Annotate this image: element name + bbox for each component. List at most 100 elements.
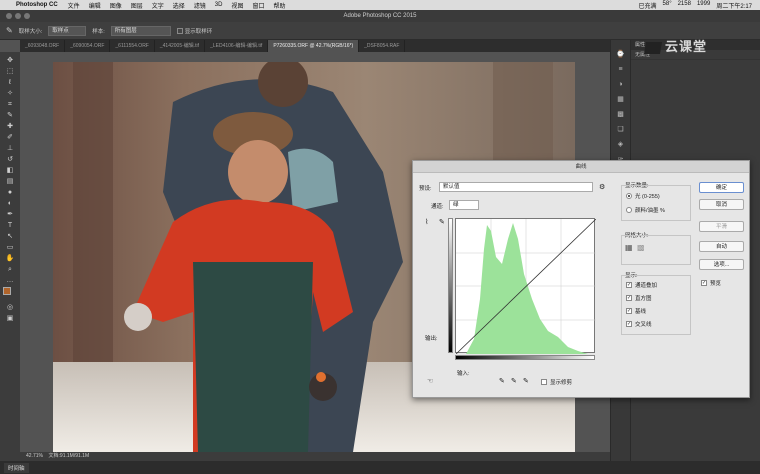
status-bar: 42.71% 文档:91.1M/91.1M: [20, 452, 610, 461]
blur-tool-icon[interactable]: ●: [4, 188, 16, 197]
menu-select[interactable]: 选择: [173, 1, 185, 10]
light-radio[interactable]: [626, 193, 632, 199]
path-select-tool-icon[interactable]: ↖: [4, 232, 16, 241]
channels-panel-icon[interactable]: ◈: [616, 140, 626, 149]
quick-mask-icon[interactable]: ◎: [4, 303, 16, 312]
color-swatches[interactable]: [3, 287, 17, 301]
menu-filter[interactable]: 滤镜: [194, 1, 206, 10]
curve-draw-pencil-icon[interactable]: ✎: [439, 218, 445, 226]
swatches-panel-icon[interactable]: ▩: [616, 110, 626, 119]
menu-type[interactable]: 文字: [152, 1, 164, 10]
curves-graph[interactable]: [455, 218, 597, 355]
bottom-panel-bar: 时间轴: [0, 461, 760, 474]
curves-dialog: 曲线 预设: 默认值 ⚙ 通道: 绿 ⌇ ✎ 输出: 输入: ☜ ✎ ✎ ✎ 显…: [412, 160, 750, 398]
doc-tab[interactable]: _4142005-编辑.tif: [155, 40, 206, 52]
eyedropper-tool-icon[interactable]: ✎: [4, 111, 16, 120]
marquee-tool-icon[interactable]: ⬚: [4, 67, 16, 76]
intersection-label: 交叉线: [635, 322, 652, 328]
zoom-level[interactable]: 42.71%: [26, 453, 43, 459]
ok-button[interactable]: 确定: [699, 182, 744, 193]
sample-size-select[interactable]: 取样点: [48, 25, 87, 36]
screen-mode-icon[interactable]: ▣: [4, 314, 16, 323]
hand-tool-icon[interactable]: ✋: [4, 254, 16, 263]
simple-grid-icon[interactable]: ▦: [625, 243, 633, 252]
battery-status: 已充满: [638, 3, 657, 10]
history-brush-icon[interactable]: ↺: [4, 155, 16, 164]
menu-view[interactable]: 视图: [231, 1, 243, 10]
doc-tab[interactable]: _6111554.ORF: [110, 40, 155, 52]
intersection-checkbox[interactable]: ✓: [626, 321, 632, 327]
preset-options-icon[interactable]: ⚙: [599, 183, 605, 191]
doc-tab[interactable]: _DSF8054.RAF: [359, 40, 406, 52]
auto-button[interactable]: 自动: [699, 241, 744, 252]
menu-3d[interactable]: 3D: [215, 2, 223, 8]
type-tool-icon[interactable]: T: [4, 221, 16, 230]
adjustments-panel-icon[interactable]: ◑: [616, 80, 626, 89]
timeline-tab[interactable]: 时间轴: [4, 463, 29, 473]
quick-select-tool-icon[interactable]: ✧: [4, 89, 16, 98]
doc-tab[interactable]: _6090054.ORF: [65, 40, 111, 52]
doc-tab[interactable]: _6093048.ORF: [20, 40, 66, 52]
show-ring-option[interactable]: 显示取样环: [176, 27, 213, 35]
show-clipping-checkbox[interactable]: [541, 379, 547, 385]
dodge-tool-icon[interactable]: ◐: [4, 199, 16, 208]
menu-help[interactable]: 帮助: [273, 1, 285, 10]
channel-select[interactable]: 绿: [449, 200, 479, 210]
lasso-tool-icon[interactable]: ℓ: [4, 78, 16, 87]
menu-app-name[interactable]: Photoshop CC: [16, 2, 58, 8]
eyedropper-tool-icon[interactable]: ✎: [6, 26, 13, 35]
sample-layers-select[interactable]: 所有图层: [110, 25, 171, 36]
doc-tab[interactable]: _LED4106-编辑-编辑.tif: [205, 40, 269, 52]
preview-checkbox[interactable]: ✓: [701, 280, 707, 286]
properties-panel-icon[interactable]: ≡: [616, 65, 626, 74]
shape-tool-icon[interactable]: ▭: [4, 243, 16, 252]
show-ring-checkbox[interactable]: [176, 28, 183, 35]
tools-panel: ✥ ⬚ ℓ ✧ ⌗ ✎ ✚ ✐ ⊥ ↺ ◧ ▤ ● ◐ ✒ T ↖ ▭ ✋ ⌕ …: [0, 52, 20, 462]
preset-select[interactable]: 默认值: [439, 182, 593, 192]
histogram-checkbox[interactable]: ✓: [626, 295, 632, 301]
healing-tool-icon[interactable]: ✚: [4, 122, 16, 131]
menu-window[interactable]: 窗口: [252, 1, 264, 10]
gray-point-eyedropper-icon[interactable]: ✎: [511, 377, 517, 385]
foreground-color-swatch[interactable]: [3, 287, 11, 295]
menu-layer[interactable]: 图层: [131, 1, 143, 10]
yunketang-watermark: 云课堂: [643, 36, 707, 55]
curve-edit-points-icon[interactable]: ⌇: [425, 218, 428, 226]
doc-tab-active[interactable]: P7260335.ORF @ 42.7%(RGB/16*): [268, 40, 360, 52]
layers-panel-icon[interactable]: ❏: [616, 125, 626, 134]
color-panel-icon[interactable]: ▦: [616, 95, 626, 104]
pigment-radio[interactable]: [626, 207, 632, 213]
crop-tool-icon[interactable]: ⌗: [4, 100, 16, 109]
white-point-eyedropper-icon[interactable]: ✎: [523, 377, 529, 385]
channel-overlay-checkbox[interactable]: ✓: [626, 282, 632, 288]
baseline-label: 基线: [635, 309, 647, 315]
zoom-window-button[interactable]: [24, 13, 30, 19]
menu-edit[interactable]: 编辑: [89, 1, 101, 10]
detailed-grid-icon[interactable]: ▩: [637, 243, 645, 252]
eraser-tool-icon[interactable]: ◧: [4, 166, 16, 175]
menu-image[interactable]: 图像: [110, 1, 122, 10]
black-point-eyedropper-icon[interactable]: ✎: [499, 377, 505, 385]
preview-label: 预览: [710, 281, 722, 287]
display-amount-group: [621, 185, 691, 221]
stamp-tool-icon[interactable]: ⊥: [4, 144, 16, 153]
minimize-window-button[interactable]: [15, 13, 21, 19]
show-ring-label: 显示取样环: [184, 28, 213, 35]
window-title: Adobe Photoshop CC 2015: [343, 13, 417, 19]
brush-tool-icon[interactable]: ✐: [4, 133, 16, 142]
gradient-tool-icon[interactable]: ▤: [4, 177, 16, 186]
cancel-button[interactable]: 取消: [699, 199, 744, 210]
close-window-button[interactable]: [6, 13, 12, 19]
menu-file[interactable]: 文件: [68, 1, 80, 10]
baseline-checkbox[interactable]: ✓: [626, 308, 632, 314]
smooth-button[interactable]: 平滑: [699, 221, 744, 232]
move-tool-icon[interactable]: ✥: [4, 56, 16, 65]
light-label: 光 (0-255): [635, 194, 660, 200]
history-panel-icon[interactable]: ⌚: [616, 50, 626, 59]
pen-tool-icon[interactable]: ✒: [4, 210, 16, 219]
watermark-logo-icon: [643, 41, 663, 54]
target-adjust-icon[interactable]: ☜: [427, 377, 433, 385]
more-tools-icon[interactable]: …: [4, 276, 16, 285]
zoom-tool-icon[interactable]: ⌕: [4, 265, 16, 274]
options-button[interactable]: 选项...: [699, 259, 744, 270]
